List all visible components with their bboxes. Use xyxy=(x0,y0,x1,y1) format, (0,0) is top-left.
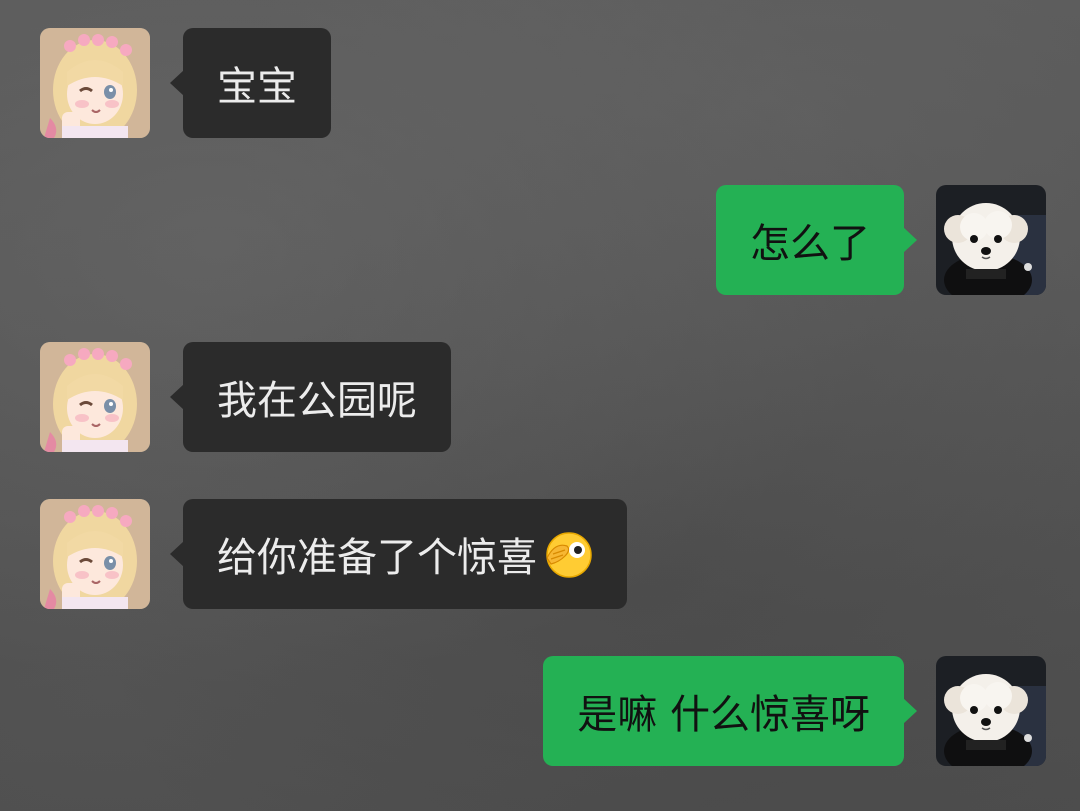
message-bubble-outgoing[interactable]: 是嘛 什么惊喜呀 xyxy=(543,656,917,766)
message-bubble-outgoing[interactable]: 怎么了 xyxy=(716,185,917,295)
message-text: 怎么了 xyxy=(750,221,870,267)
white-puppy-avatar[interactable] xyxy=(936,656,1046,766)
anime-girl-avatar[interactable] xyxy=(40,499,150,609)
white-puppy-avatar[interactable] xyxy=(936,185,1046,295)
message-text: 给你准备了个惊喜 xyxy=(217,535,537,581)
message-text: 我在公园呢 xyxy=(217,378,417,424)
shushing-face-emoji-icon xyxy=(546,532,592,578)
message-text: 是嘛 什么惊喜呀 xyxy=(577,692,870,738)
message-bubble-incoming[interactable]: 我在公园呢 xyxy=(170,342,451,452)
anime-girl-avatar[interactable] xyxy=(40,28,150,138)
message-text: 宝宝 xyxy=(217,64,297,110)
message-bubble-incoming[interactable]: 宝宝 xyxy=(170,28,331,138)
anime-girl-avatar[interactable] xyxy=(40,342,150,452)
chat-screen: 宝宝 怎么了 我在公园呢 给你准备了个惊喜 是嘛 什么惊喜呀 xyxy=(0,0,1080,811)
message-bubble-incoming[interactable]: 给你准备了个惊喜 xyxy=(170,499,627,609)
